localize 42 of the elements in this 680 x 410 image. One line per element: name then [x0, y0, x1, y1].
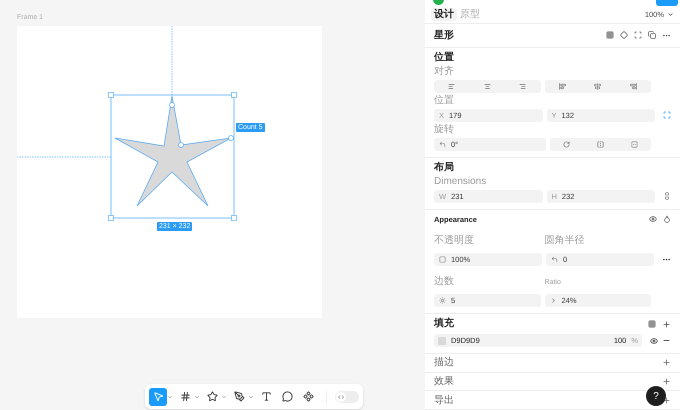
text-icon [260, 391, 272, 402]
copy-icon[interactable] [648, 31, 656, 40]
dev-mode-toggle[interactable] [335, 390, 359, 402]
eye-icon[interactable] [649, 215, 657, 224]
hash-icon [180, 391, 190, 402]
speech-bubble-icon [282, 391, 292, 402]
angle-icon [439, 140, 446, 148]
star-icon [206, 391, 218, 402]
square-icon [439, 256, 446, 264]
scan-icon[interactable] [634, 31, 642, 40]
section-title: 效果 [434, 375, 454, 390]
section-title: 描边 [434, 356, 454, 370]
eye-icon[interactable] [650, 336, 658, 345]
field-label: 对齐 [434, 66, 455, 78]
pointer-icon [152, 391, 164, 402]
help-button[interactable]: ? [646, 386, 666, 406]
corner-icon [551, 256, 558, 264]
field-label: 位置 [434, 94, 455, 107]
grid-icon[interactable] [648, 320, 656, 328]
panel-tab[interactable]: 设计 [431, 8, 457, 22]
chevron-icon [667, 11, 674, 18]
field-label: 不透明度 [434, 235, 474, 246]
section-title: 位置 [434, 52, 455, 64]
section-title: 填充 [434, 318, 454, 330]
grid-icon[interactable] [606, 31, 614, 40]
field-label: 旋转 [434, 124, 455, 136]
section-title: 导出 [434, 394, 454, 408]
field-label: 圆角半径 [544, 235, 584, 246]
code-icon [338, 394, 344, 400]
droplet-icon[interactable] [663, 215, 671, 224]
color-swatch[interactable] [438, 336, 446, 345]
chevron-icon [550, 297, 556, 304]
layer-name: 星形 [434, 28, 454, 43]
pen-icon [234, 391, 244, 402]
field-label: 边数 [434, 276, 454, 288]
link-icon[interactable] [663, 192, 671, 200]
components-icon [302, 391, 314, 402]
sun-icon [439, 297, 446, 304]
field-label: Dimensions [434, 176, 488, 188]
section-title: 布局 [434, 162, 455, 174]
add-icon[interactable] [662, 396, 671, 405]
diamond-icon[interactable] [620, 31, 628, 40]
